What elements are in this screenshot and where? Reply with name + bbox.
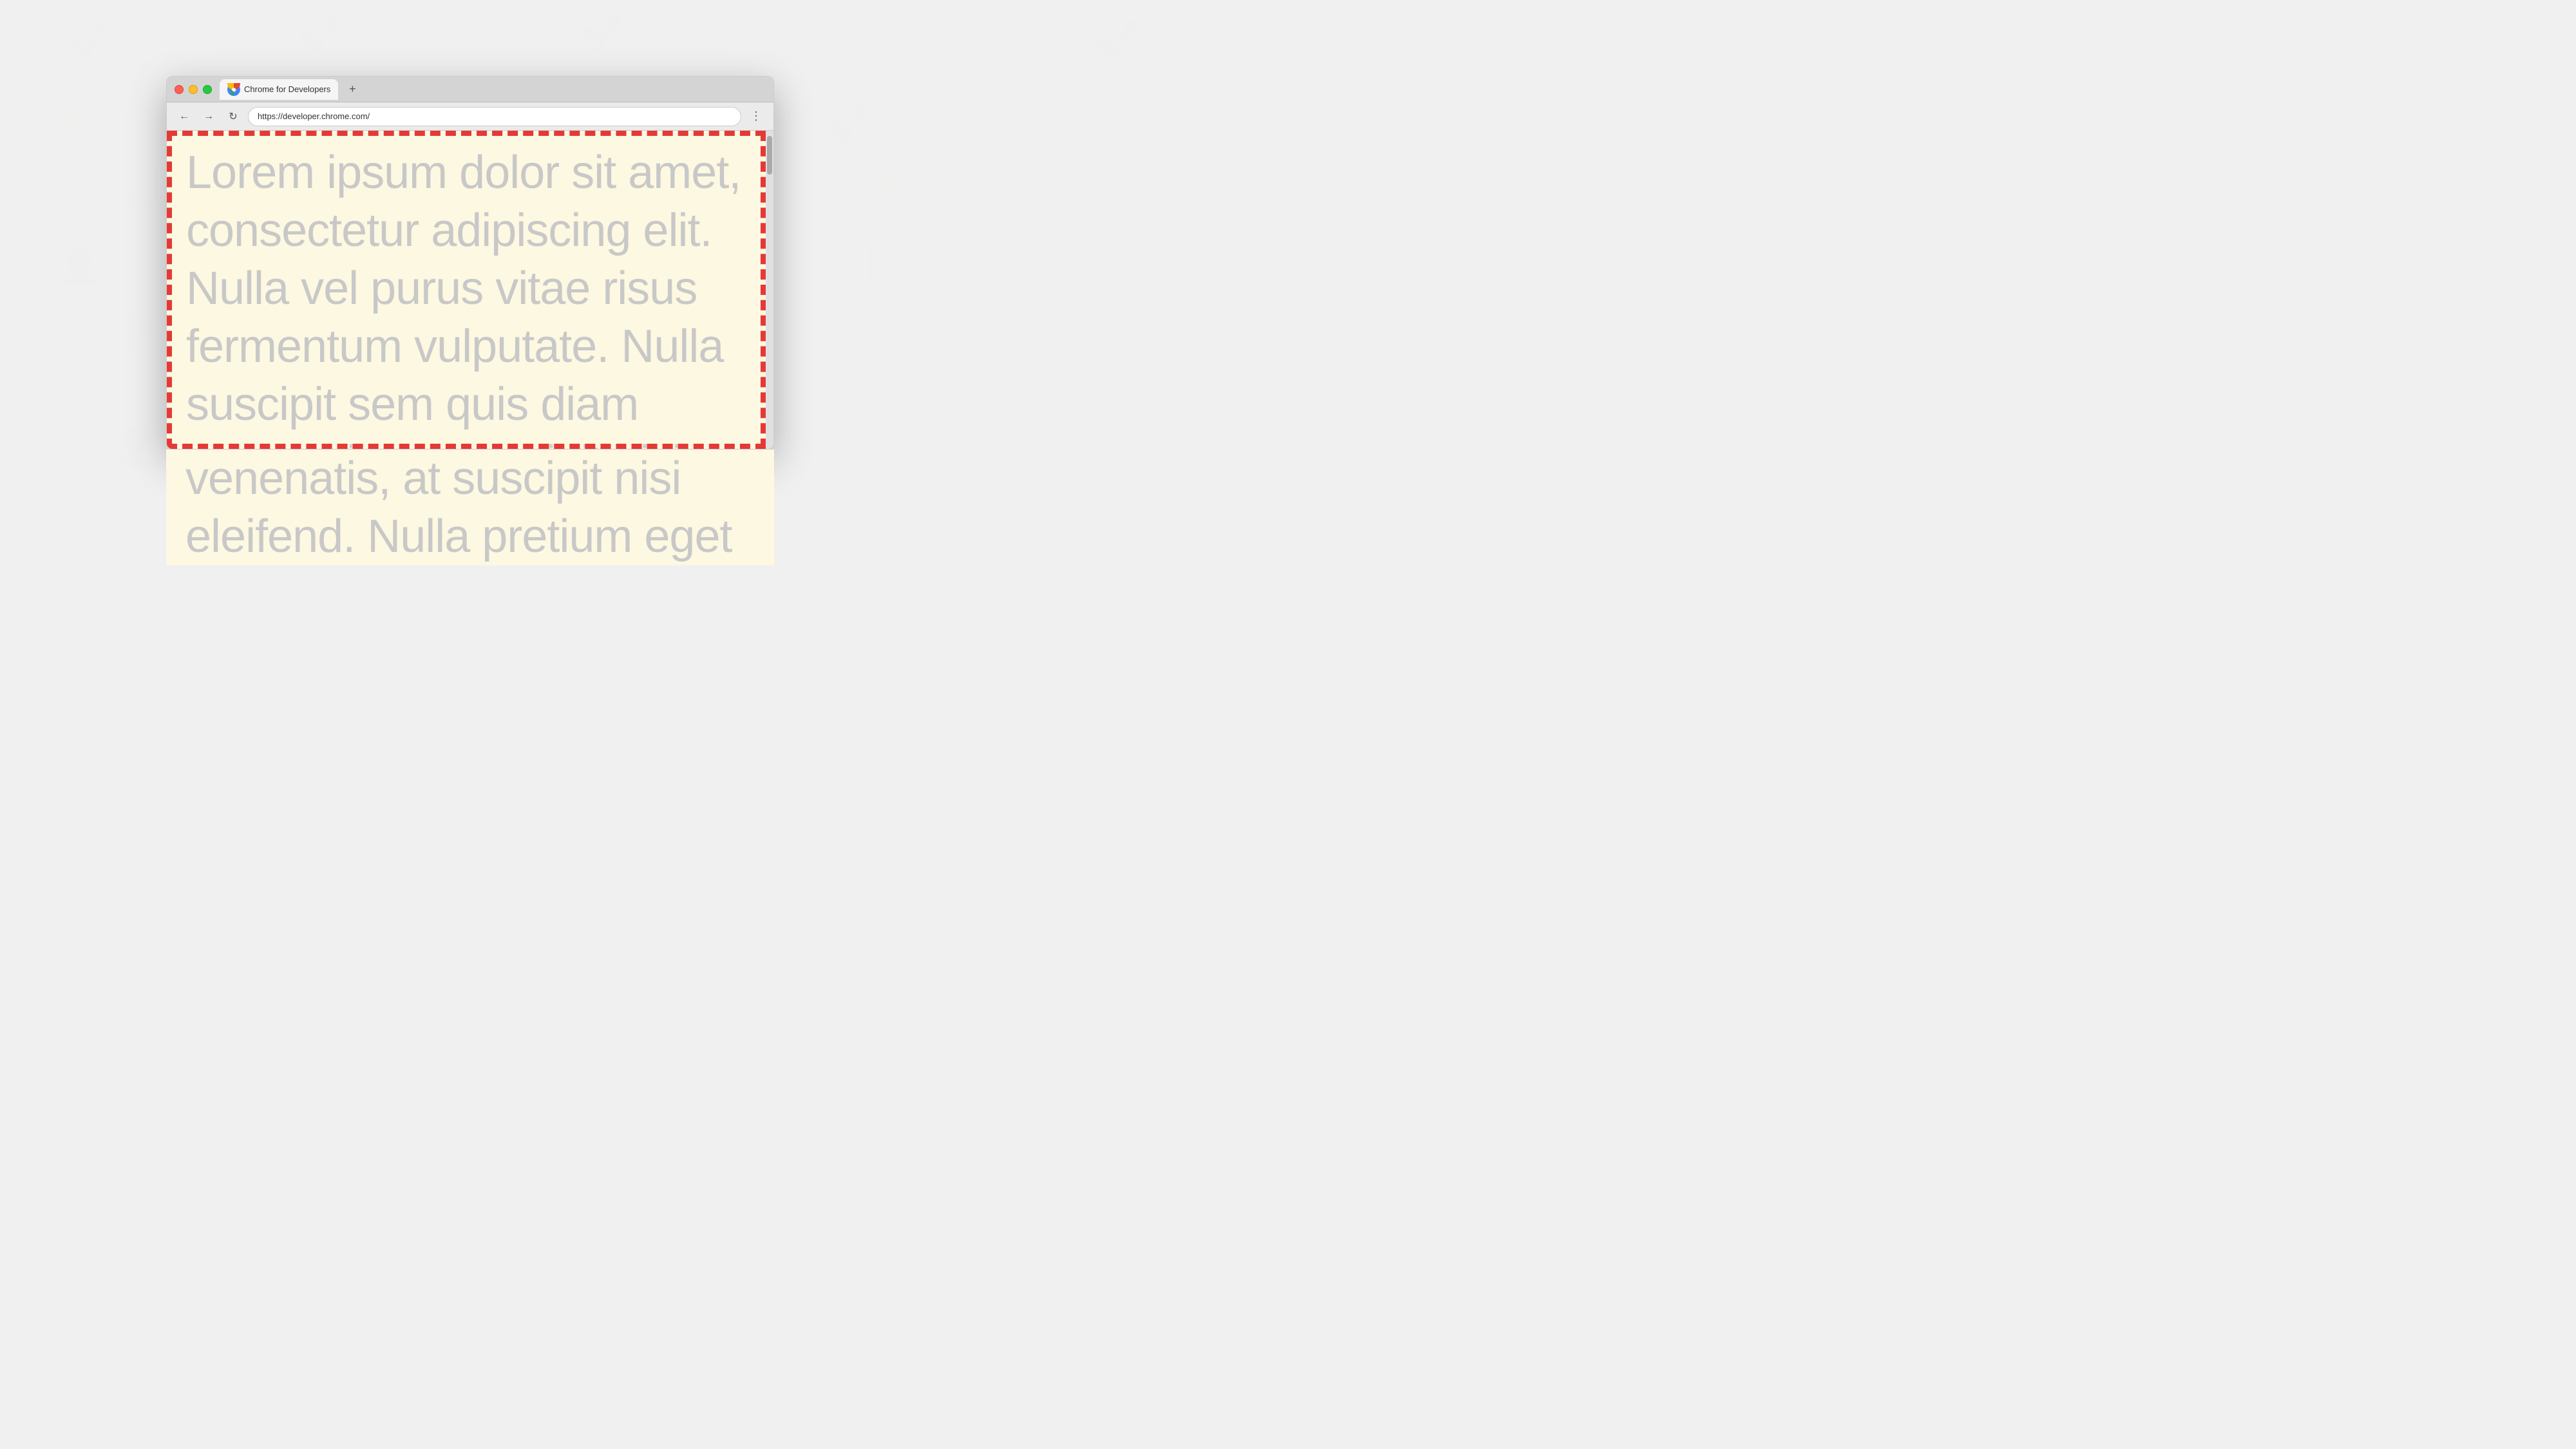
new-tab-button[interactable]: + bbox=[343, 80, 361, 99]
back-icon: ← bbox=[179, 111, 189, 122]
close-button[interactable] bbox=[175, 85, 184, 94]
chrome-favicon bbox=[227, 83, 240, 96]
scrollbar-thumb[interactable] bbox=[767, 136, 772, 175]
reload-icon: ↻ bbox=[229, 110, 237, 123]
browser-tab[interactable]: Chrome for Developers bbox=[220, 79, 338, 100]
tab-title: Chrome for Developers bbox=[244, 84, 330, 94]
title-bar: Chrome for Developers + bbox=[167, 77, 773, 102]
reload-button[interactable]: ↻ bbox=[223, 107, 243, 126]
browser-window: Chrome for Developers + ← → ↻ https://de… bbox=[166, 76, 774, 450]
forward-button[interactable]: → bbox=[199, 107, 218, 126]
lorem-text: Lorem ipsum dolor sit amet, consectetur … bbox=[167, 131, 773, 449]
page-content: Lorem ipsum dolor sit amet, consectetur … bbox=[167, 131, 773, 449]
nav-bar: ← → ↻ https://developer.chrome.com/ ⋮ bbox=[167, 102, 773, 131]
address-bar[interactable]: https://developer.chrome.com/ bbox=[248, 107, 741, 126]
back-button[interactable]: ← bbox=[175, 107, 194, 126]
menu-button[interactable]: ⋮ bbox=[746, 107, 766, 126]
minimize-button[interactable] bbox=[189, 85, 198, 94]
scrollbar[interactable] bbox=[766, 131, 773, 449]
url-text: https://developer.chrome.com/ bbox=[258, 111, 732, 121]
overflow-lorem-text: venenatis, at suscipit nisi eleifend. Nu… bbox=[166, 450, 774, 565]
below-browser-content: venenatis, at suscipit nisi eleifend. Nu… bbox=[166, 450, 774, 565]
maximize-button[interactable] bbox=[203, 85, 212, 94]
forward-icon: → bbox=[204, 111, 214, 122]
traffic-lights bbox=[175, 85, 212, 94]
